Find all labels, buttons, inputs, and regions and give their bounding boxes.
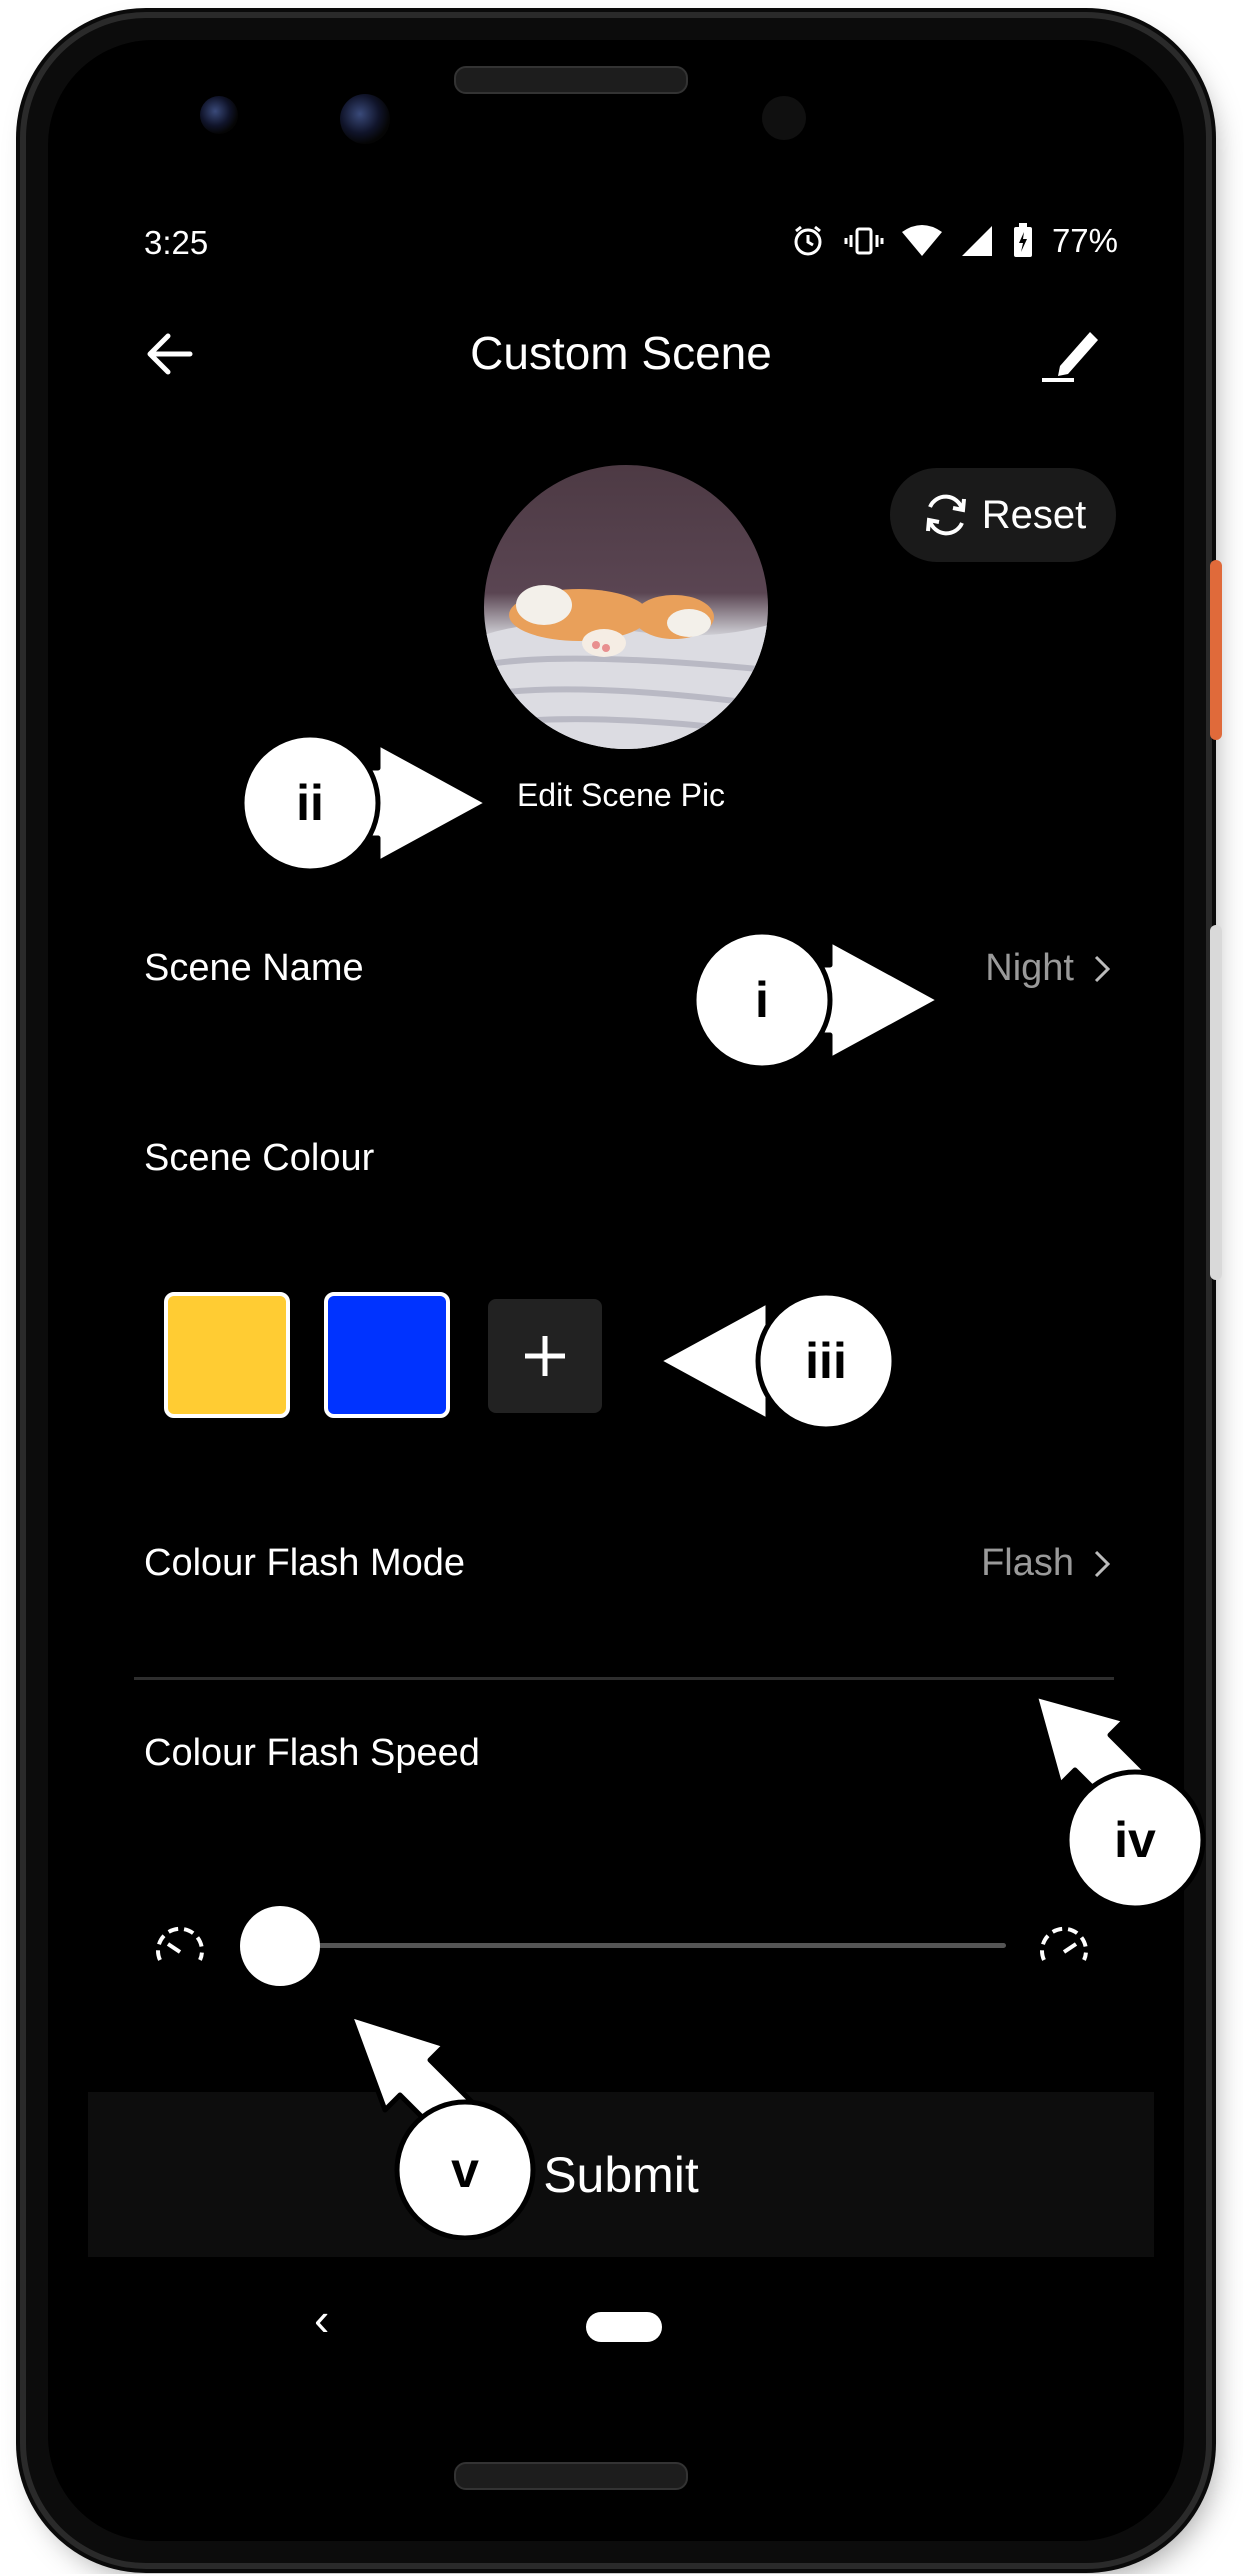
callout-ii: ii — [239, 732, 491, 874]
app-screen: 3:25 77% Custom Scene Reset Edit Scene P… — [64, 202, 1178, 2412]
nav-home-button[interactable] — [586, 2312, 662, 2342]
speed-slider-track[interactable] — [306, 1943, 1006, 1948]
divider — [134, 1677, 1114, 1680]
front-camera — [340, 94, 390, 144]
scene-name-text: Night — [985, 947, 1074, 989]
callout-i: i — [691, 929, 943, 1071]
wifi-icon — [901, 225, 942, 256]
status-time: 3:25 — [144, 224, 209, 261]
edit-pencil-icon[interactable] — [1040, 322, 1106, 388]
scene-picture[interactable] — [484, 465, 768, 749]
submit-label: Submit — [543, 2146, 699, 2203]
battery-percent: 77% — [1051, 222, 1118, 259]
flash-mode-label: Colour Flash Mode — [144, 1542, 466, 1584]
colour-swatch-blue[interactable] — [324, 1292, 450, 1418]
flash-mode-value[interactable]: Flash — [981, 1542, 1112, 1585]
callout-i-label: i — [755, 972, 769, 1028]
flash-mode-text: Flash — [981, 1542, 1074, 1584]
callout-v-label: v — [451, 2142, 479, 2198]
callout-iv: iv — [1032, 1692, 1206, 1911]
chevron-right-icon — [1094, 955, 1111, 982]
refresh-icon — [925, 494, 966, 536]
signal-icon — [961, 226, 992, 256]
callout-v: v — [347, 2012, 536, 2240]
volume-button — [1210, 925, 1222, 1280]
callout-iii: iii — [655, 1290, 897, 1432]
chevron-right-icon — [1094, 1550, 1111, 1577]
edit-scene-pic-link[interactable]: Edit Scene Pic — [64, 777, 1178, 814]
sleeping-cat-image — [484, 585, 768, 749]
earpiece-speaker — [454, 66, 688, 94]
speed-slider-thumb[interactable] — [240, 1906, 320, 1986]
app-bar: Custom Scene — [64, 302, 1178, 402]
system-nav-bar: ‹ — [64, 2272, 1178, 2392]
status-bar: 3:25 77% — [64, 202, 1178, 282]
speed-fast-icon — [1040, 1926, 1088, 1961]
colour-swatch-yellow[interactable] — [164, 1292, 290, 1418]
scene-name-label: Scene Name — [144, 947, 364, 989]
plus-icon — [525, 1336, 565, 1376]
add-colour-button[interactable] — [488, 1299, 602, 1413]
proximity-sensor — [762, 96, 806, 140]
front-sensor — [200, 96, 238, 134]
speed-slow-icon — [156, 1926, 204, 1961]
reset-button[interactable]: Reset — [890, 468, 1116, 562]
alarm-icon — [794, 225, 822, 256]
callout-ii-label: ii — [296, 775, 324, 831]
scene-name-value[interactable]: Night — [985, 947, 1112, 990]
bottom-speaker — [454, 2462, 688, 2490]
status-icons: 77% — [790, 222, 1118, 260]
callout-iii-label: iii — [805, 1333, 847, 1389]
submit-button[interactable]: Submit — [88, 2092, 1154, 2257]
vibrate-icon — [844, 227, 884, 255]
battery-icon — [1013, 223, 1032, 257]
page-title: Custom Scene — [470, 327, 772, 379]
reset-label: Reset — [981, 492, 1087, 537]
nav-back-button[interactable]: ‹ — [314, 2292, 329, 2346]
power-button — [1210, 560, 1222, 740]
scene-colour-label: Scene Colour — [144, 1137, 375, 1179]
flash-speed-label: Colour Flash Speed — [144, 1732, 480, 1774]
callout-iv-label: iv — [1114, 1812, 1156, 1868]
